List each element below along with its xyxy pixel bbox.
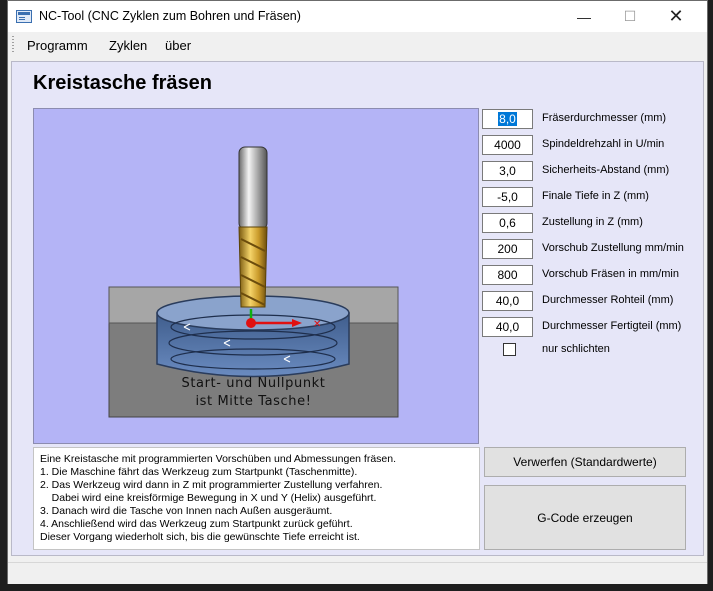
finish-only-label: nur schlichten bbox=[542, 343, 610, 355]
app-window: NC-Tool (CNC Zyklen zum Bohren und Fräse… bbox=[7, 0, 708, 584]
maximize-button[interactable]: ☐ bbox=[607, 1, 653, 32]
final-depth-label: Finale Tiefe in Z (mm) bbox=[542, 190, 649, 202]
description-line: Dabei wird eine kreisförmige Bewegung in… bbox=[40, 492, 377, 504]
spindle-speed-input[interactable]: 4000 bbox=[482, 135, 533, 155]
stock-diameter-input[interactable]: 40,0 bbox=[482, 291, 533, 311]
z-step-input[interactable]: 0,6 bbox=[482, 213, 533, 233]
cycle-panel: Kreistasche fräsen ✕ Start- und Nullpunk… bbox=[11, 61, 704, 556]
final-depth-input[interactable]: -5,0 bbox=[482, 187, 533, 207]
menu-grip-icon[interactable] bbox=[12, 36, 14, 52]
spindle-speed-label: Spindeldrehzahl in U/min bbox=[542, 138, 665, 150]
window-title: NC-Tool (CNC Zyklen zum Bohren und Fräse… bbox=[39, 9, 301, 23]
stock-diameter-label: Durchmesser Rohteil (mm) bbox=[542, 294, 674, 306]
caption-line-1: Start- und Nullpunkt bbox=[181, 376, 326, 391]
z-step-label: Zustellung in Z (mm) bbox=[542, 216, 643, 228]
description-line: 1. Die Maschine fährt das Werkzeug zum S… bbox=[40, 466, 358, 478]
caption-line-2: ist Mitte Tasche! bbox=[195, 394, 312, 409]
menu-bar: Programm Zyklen über bbox=[8, 32, 707, 58]
close-button[interactable]: ✕ bbox=[653, 1, 699, 32]
finish-diameter-input[interactable]: 40,0 bbox=[482, 317, 533, 337]
milling-feed-input[interactable]: 800 bbox=[482, 265, 533, 285]
reset-defaults-button[interactable]: Verwerfen (Standardwerte) bbox=[484, 447, 686, 477]
safety-distance-input[interactable]: 3,0 bbox=[482, 161, 533, 181]
description-line: 4. Anschließend wird das Werkzeug zum St… bbox=[40, 518, 353, 530]
description-text: Eine Kreistasche mit programmierten Vors… bbox=[33, 447, 480, 550]
description-line: 2. Das Werkzeug wird dann in Z mit progr… bbox=[40, 479, 383, 491]
description-line: 3. Danach wird die Tasche von Innen nach… bbox=[40, 505, 333, 517]
description-line: Dieser Vorgang wiederholt sich, bis die … bbox=[40, 531, 360, 543]
pocket-illustration: ✕ Start- und Nullpunkt ist Mitte Tasche! bbox=[33, 108, 479, 444]
safety-distance-label: Sicherheits-Abstand (mm) bbox=[542, 164, 670, 176]
finish-diameter-label: Durchmesser Fertigteil (mm) bbox=[542, 320, 682, 332]
cutter-diameter-label: Fräserdurchmesser (mm) bbox=[542, 112, 667, 124]
svg-text:✕: ✕ bbox=[313, 319, 321, 330]
plunge-feed-input[interactable]: 200 bbox=[482, 239, 533, 259]
menu-programm[interactable]: Programm bbox=[27, 38, 88, 53]
title-bar[interactable]: NC-Tool (CNC Zyklen zum Bohren und Fräse… bbox=[8, 1, 707, 32]
page-title: Kreistasche fräsen bbox=[33, 72, 212, 94]
generate-gcode-button[interactable]: G-Code erzeugen bbox=[484, 485, 686, 550]
cutter-diameter-input[interactable]: 8,0 bbox=[482, 109, 533, 129]
menu-ueber[interactable]: über bbox=[165, 38, 191, 53]
status-bar bbox=[8, 562, 707, 584]
finish-only-checkbox[interactable] bbox=[503, 343, 516, 356]
menu-zyklen[interactable]: Zyklen bbox=[109, 38, 147, 53]
illustration-caption: Start- und Nullpunkt ist Mitte Tasche! bbox=[109, 375, 398, 411]
selected-text: 8,0 bbox=[498, 112, 517, 126]
minimize-button[interactable]: — bbox=[561, 1, 607, 32]
plunge-feed-label: Vorschub Zustellung mm/min bbox=[542, 242, 684, 254]
milling-feed-label: Vorschub Fräsen in mm/min bbox=[542, 268, 679, 280]
description-line: Eine Kreistasche mit programmierten Vors… bbox=[40, 453, 397, 465]
app-icon[interactable] bbox=[16, 10, 32, 23]
